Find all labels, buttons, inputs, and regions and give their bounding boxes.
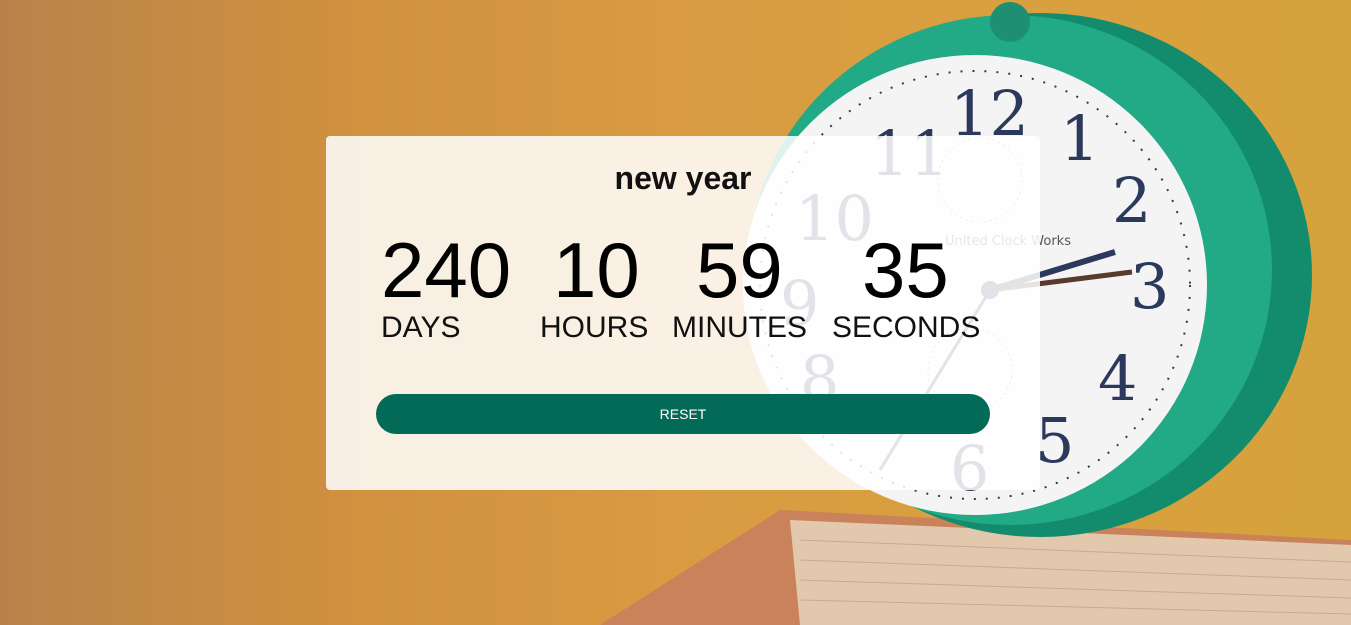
clock-top-knob: [990, 2, 1030, 42]
days-label: DAYS: [381, 311, 461, 344]
seconds-value: 35: [862, 226, 949, 314]
numeral-2: 2: [1112, 164, 1151, 237]
event-title: new year: [614, 160, 752, 196]
numeral-4: 4: [1098, 342, 1137, 415]
hours-label: HOURS: [540, 311, 649, 344]
hours-value: 10: [553, 226, 640, 314]
days-value: 240: [381, 226, 512, 314]
minutes-value: 59: [696, 226, 783, 314]
numeral-1: 1: [1060, 102, 1099, 175]
minutes-unit: 59 MINUTES: [672, 228, 807, 344]
seconds-label: SECONDS: [832, 311, 981, 344]
minutes-label: MINUTES: [672, 311, 807, 344]
numeral-3: 3: [1130, 250, 1169, 323]
numeral-5: 5: [1035, 404, 1074, 477]
countdown-units: 240 DAYS 10 HOURS 59 MINUTES 35 SECONDS: [376, 228, 996, 358]
hours-unit: 10 HOURS: [540, 228, 648, 344]
seconds-unit: 35 SECONDS: [832, 228, 980, 344]
reset-button[interactable]: RESET: [376, 394, 990, 434]
countdown-card: new year 240 DAYS 10 HOURS 59 MINUTES 35…: [326, 136, 1040, 490]
days-unit: 240 DAYS: [381, 228, 511, 344]
